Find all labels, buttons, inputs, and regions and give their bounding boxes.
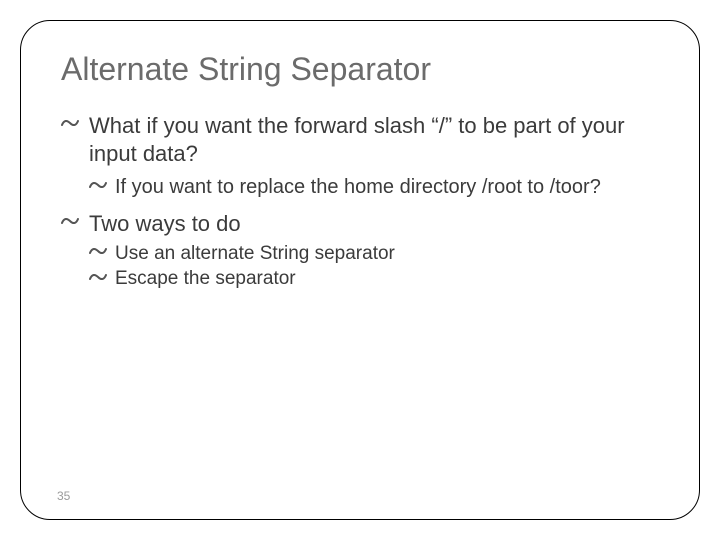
bullet-text: Escape the separator [115,268,296,289]
bullet-list-level3: Use an alternate String separator Escape… [89,242,659,292]
bullet-text: Two ways to do [89,211,241,236]
bullet-item: If you want to replace the home director… [89,175,659,200]
bullet-item: Use an alternate String separator [89,242,659,266]
bullet-text: Use an alternate String separator [115,243,395,264]
bullet-item: Two ways to do Use an alternate String s… [61,210,659,291]
page-number: 35 [57,489,70,503]
slide-title: Alternate String Separator [61,51,659,88]
bullet-item: Escape the separator [89,267,659,291]
bullet-list-level2: If you want to replace the home director… [89,175,659,200]
bullet-item: What if you want the forward slash “/” t… [61,112,659,200]
bullet-text: If you want to replace the home director… [115,176,601,198]
bullet-text: What if you want the forward slash “/” t… [89,113,625,166]
slide-frame: Alternate String Separator What if you w… [20,20,700,520]
bullet-list-level1: What if you want the forward slash “/” t… [61,112,659,291]
